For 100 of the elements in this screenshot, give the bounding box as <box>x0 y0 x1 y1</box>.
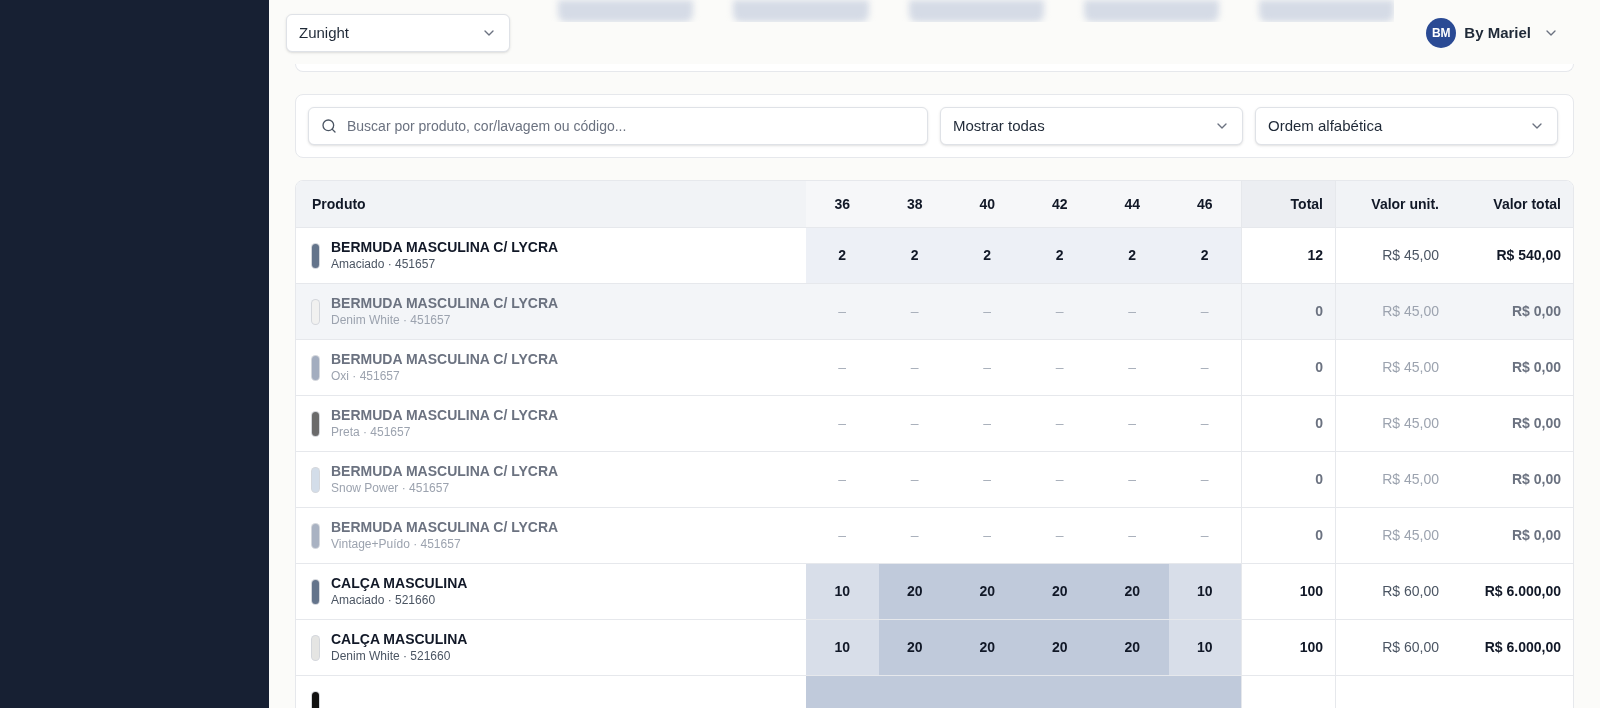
size-quantity-cell[interactable]: – <box>878 508 951 563</box>
size-quantity-cell[interactable]: 20 <box>878 564 951 619</box>
size-quantity-cell[interactable]: 20 <box>878 620 951 675</box>
size-quantity-cell[interactable]: 20 <box>1096 620 1169 675</box>
size-quantity-cell[interactable]: – <box>806 452 879 507</box>
size-quantity-cell[interactable]: – <box>806 508 879 563</box>
size-quantity-cell[interactable]: – <box>951 452 1024 507</box>
unit-price: R$ 45,00 <box>1382 246 1439 265</box>
size-quantity-cell[interactable]: – <box>1023 452 1096 507</box>
column-header: 40 <box>979 194 996 214</box>
unit-price: R$ 45,00 <box>1382 470 1439 489</box>
table-row[interactable]: CALÇA MASCULINA Denim White · 521660 10 20 20 20 20 10 100 R$ 60,00 R$ 6.000,00 <box>296 620 1573 676</box>
size-quantity-cell[interactable]: – <box>1168 508 1241 563</box>
size-quantity-cell[interactable]: 2 <box>951 228 1024 283</box>
size-quantity-cell[interactable]: – <box>1096 508 1169 563</box>
size-quantity-cell[interactable]: 10 <box>1168 564 1241 619</box>
size-quantity-cell[interactable]: – <box>951 508 1024 563</box>
size-quantity-cell[interactable]: – <box>951 340 1024 395</box>
user-avatar: BM <box>1426 18 1457 48</box>
column-header: 46 <box>1196 194 1213 214</box>
size-quantity-cell[interactable]: – <box>1096 340 1169 395</box>
unit-price: R$ 45,00 <box>1382 358 1439 377</box>
table-row[interactable]: CALÇA MASCULINA Amaciado · 521660 10 20 20 20 20 10 100 R$ 60,00 R$ 6.000,00 <box>296 564 1573 620</box>
product-name: CALÇA MASCULINA <box>331 631 468 649</box>
product-name: BERMUDA MASCULINA C/ LYCRA <box>331 351 559 369</box>
size-quantity-cell[interactable]: – <box>878 340 951 395</box>
size-quantity-cell[interactable]: 2 <box>1023 228 1096 283</box>
search-field[interactable]: Buscar por produto, cor/lavagem ou código... <box>308 107 928 145</box>
size-quantity-cell[interactable]: 2 <box>1096 228 1169 283</box>
size-quantity-cell[interactable]: – <box>951 284 1024 339</box>
size-quantity-cell[interactable]: – <box>806 396 879 451</box>
unit-price: R$ 45,00 <box>1382 414 1439 433</box>
size-quantity-cell[interactable]: – <box>1168 340 1241 395</box>
column-header: Produto <box>312 194 366 214</box>
product-name: BERMUDA MASCULINA C/ LYCRA <box>331 519 559 537</box>
size-quantity-cell[interactable]: – <box>878 396 951 451</box>
size-quantity-cell[interactable]: – <box>1096 284 1169 339</box>
size-quantity-cell[interactable]: 2 <box>806 228 879 283</box>
brand-select[interactable]: Zunight <box>286 14 510 52</box>
unit-price: R$ 60,00 <box>1382 582 1439 601</box>
total-quantity: 100 <box>1299 582 1323 601</box>
size-quantity-cell[interactable]: – <box>1023 340 1096 395</box>
size-quantity-cell[interactable]: – <box>1168 396 1241 451</box>
total-price: R$ 0,00 <box>1511 302 1561 321</box>
size-quantity-cell[interactable]: – <box>1096 396 1169 451</box>
size-quantity-cell[interactable]: – <box>1023 508 1096 563</box>
table-row[interactable]: BERMUDA MASCULINA C/ LYCRA Oxi · 451657 – – – – – – 0 R$ 45,00 R$ 0,00 <box>296 340 1573 396</box>
product-detail: Oxi · 451657 <box>331 368 401 384</box>
size-quantity-cell[interactable]: – <box>878 284 951 339</box>
size-quantity-cell[interactable]: 10 <box>806 620 879 675</box>
product-detail: Amaciado · 521660 <box>331 592 437 608</box>
total-quantity: 0 <box>1315 470 1323 489</box>
size-quantity-cell[interactable]: – <box>806 340 879 395</box>
table-row[interactable]: BERMUDA MASCULINA C/ LYCRA Amaciado · 451657 2 2 2 2 2 2 12 R$ 45,00 R$ 540,00 <box>296 228 1573 284</box>
table-row[interactable]: BERMUDA MASCULINA C/ LYCRA Vintage+Puído · 451657 – – – – – – 0 R$ 45,00 R$ 0,00 <box>296 508 1573 564</box>
size-quantity-cell[interactable]: 20 <box>951 564 1024 619</box>
size-quantity-cell[interactable]: – <box>878 452 951 507</box>
size-quantity-cell[interactable]: – <box>1023 284 1096 339</box>
total-price: R$ 0,00 <box>1511 526 1561 545</box>
size-quantity-cell[interactable]: 2 <box>1168 228 1241 283</box>
column-header: 44 <box>1124 194 1141 214</box>
size-quantity-cell[interactable]: – <box>1023 396 1096 451</box>
product-name: BERMUDA MASCULINA C/ LYCRA <box>331 407 559 425</box>
size-quantity-cell[interactable]: 20 <box>951 620 1024 675</box>
total-quantity: 12 <box>1307 246 1323 265</box>
table-row[interactable]: BERMUDA MASCULINA C/ LYCRA Preta · 451657 – – – – – – 0 R$ 45,00 R$ 0,00 <box>296 396 1573 452</box>
filter-select[interactable]: Mostrar todas <box>940 107 1243 145</box>
table-row[interactable]: BERMUDA MASCULINA C/ LYCRA Denim White · 451657 – – – – – – 0 R$ 45,00 R$ 0,00 <box>296 284 1573 340</box>
size-quantity-cell[interactable]: 20 <box>1096 564 1169 619</box>
size-quantity-cell[interactable]: – <box>1096 452 1169 507</box>
total-quantity: 100 <box>1299 638 1323 657</box>
product-detail: Denim White · 521660 <box>331 648 452 664</box>
product-detail: Denim White · 451657 <box>331 312 452 328</box>
search-icon <box>321 118 337 134</box>
size-quantity-cell[interactable]: 2 <box>878 228 951 283</box>
product-name: BERMUDA MASCULINA C/ LYCRA <box>331 239 559 257</box>
size-quantity-cell[interactable]: 20 <box>1023 620 1096 675</box>
column-header: Valor unit. <box>1371 194 1439 214</box>
unit-price: R$ 60,00 <box>1382 638 1439 657</box>
size-quantity-cell[interactable]: – <box>951 396 1024 451</box>
product-detail: Snow Power · 451657 <box>331 480 451 496</box>
size-quantity-cell[interactable]: 10 <box>806 564 879 619</box>
table-row[interactable]: BERMUDA MASCULINA C/ LYCRA Snow Power · 451657 – – – – – – 0 R$ 45,00 R$ 0,00 <box>296 452 1573 508</box>
total-price: R$ 540,00 <box>1496 246 1561 265</box>
column-header: Total <box>1290 194 1323 214</box>
column-header: 38 <box>906 194 923 214</box>
total-price: R$ 6.000,00 <box>1484 638 1561 657</box>
sort-select[interactable]: Ordem alfabética <box>1255 107 1558 145</box>
total-quantity: 0 <box>1315 302 1323 321</box>
total-quantity: 0 <box>1315 526 1323 545</box>
product-name: BERMUDA MASCULINA C/ LYCRA <box>331 463 559 481</box>
size-quantity-cell[interactable]: 20 <box>1023 564 1096 619</box>
total-quantity: 0 <box>1315 414 1323 433</box>
total-price: R$ 6.000,00 <box>1484 582 1561 601</box>
size-quantity-cell[interactable]: – <box>806 284 879 339</box>
total-price: R$ 0,00 <box>1511 470 1561 489</box>
size-quantity-cell[interactable]: – <box>1168 284 1241 339</box>
size-quantity-cell[interactable]: – <box>1168 452 1241 507</box>
size-quantity-cell[interactable]: 10 <box>1168 620 1241 675</box>
total-price: R$ 0,00 <box>1511 358 1561 377</box>
